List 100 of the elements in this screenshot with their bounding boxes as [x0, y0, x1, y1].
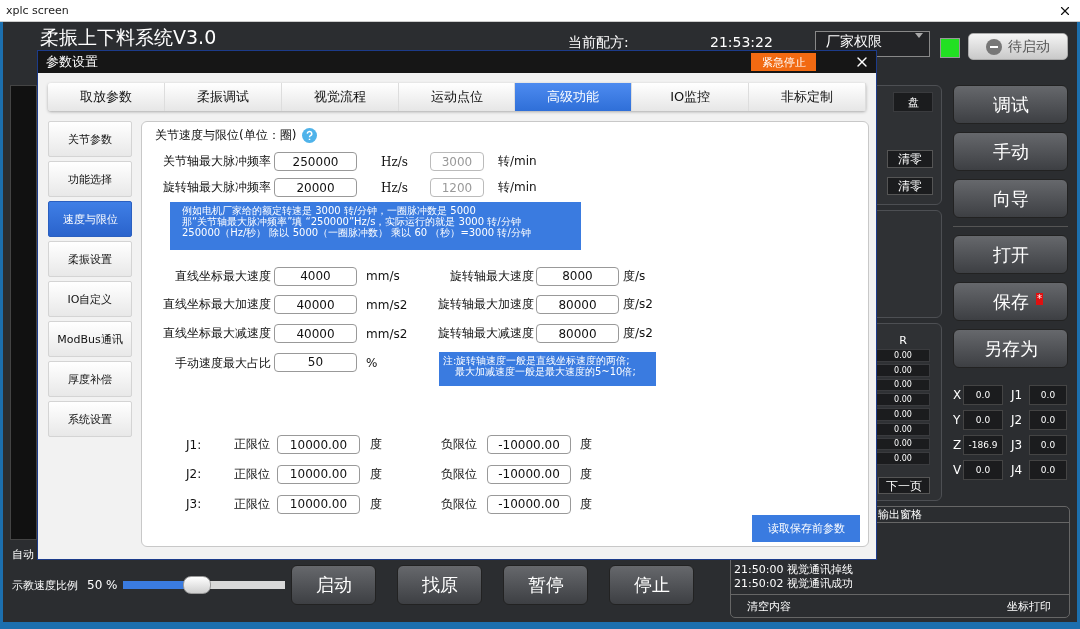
- nav-button[interactable]: 功能选择: [48, 161, 132, 197]
- reset-button[interactable]: 清零: [887, 150, 933, 168]
- field-label: 直线坐标最大速度: [174, 267, 272, 285]
- joint-label: J4: [1009, 463, 1024, 477]
- joint-label: J2:: [186, 467, 203, 482]
- unit-label: 度: [369, 495, 383, 513]
- tab[interactable]: IO监控: [632, 83, 750, 111]
- input-field[interactable]: -10000.00: [487, 435, 571, 455]
- input-field[interactable]: 20000: [274, 178, 357, 198]
- unit-label: 度/s2: [622, 296, 654, 314]
- status-button[interactable]: 待启动: [968, 33, 1068, 60]
- caret-icon: [915, 33, 923, 38]
- unit-label: 度/s: [622, 267, 647, 285]
- field-label: 旋转轴最大减速度: [437, 325, 535, 343]
- dialog-title: 参数设置: [46, 53, 98, 71]
- nav-button[interactable]: 速度与限位: [48, 201, 132, 237]
- value-cell: 0.00: [876, 437, 930, 451]
- next-page-button[interactable]: 下一页: [878, 477, 930, 494]
- nav-button[interactable]: 系统设置: [48, 401, 132, 437]
- joint-label: J2: [1009, 413, 1024, 427]
- unit-label: 度: [369, 466, 383, 483]
- input-field[interactable]: -10000.00: [487, 494, 571, 514]
- side-button[interactable]: 打开: [953, 235, 1068, 274]
- input-field[interactable]: 10000.00: [277, 435, 360, 455]
- field-label: 手动速度最大占比: [174, 354, 272, 372]
- print-button[interactable]: 坐标打印: [1007, 598, 1051, 614]
- pane-title: 输出窗格: [878, 507, 922, 522]
- tab[interactable]: 非标定制: [749, 83, 866, 111]
- unit-label: mm/s: [365, 269, 401, 284]
- reset-button[interactable]: 清零: [887, 177, 933, 195]
- teach-speed-label: 示教速度比例: [12, 577, 78, 593]
- control-button[interactable]: 暂停: [503, 565, 588, 605]
- slider-thumb[interactable]: [183, 576, 212, 594]
- joint-value: 0.0: [1029, 385, 1067, 405]
- control-button[interactable]: 找原: [397, 565, 482, 605]
- coordinate-value: 0.0: [963, 385, 1003, 405]
- tab[interactable]: 柔振调试: [164, 83, 282, 111]
- info-text: 那“关节轴最大脉冲频率”填 “250000”Hz/s，实际运行的就是 3000 转/分钟: [182, 215, 522, 227]
- unit-label: 转/min: [497, 179, 538, 197]
- unit-label: mm/s2: [365, 297, 409, 312]
- unit-label: 度/s2: [622, 325, 654, 343]
- clear-button[interactable]: 清空内容: [747, 598, 791, 614]
- joint-value: 0.0: [1029, 410, 1067, 430]
- nav-button[interactable]: IO自定义: [48, 281, 132, 317]
- nav-button[interactable]: 柔振设置: [48, 241, 132, 277]
- field-label: 正限位: [234, 436, 271, 454]
- joint-label: J1:: [186, 437, 203, 452]
- joint-value: 0.0: [1029, 460, 1067, 480]
- field-label: 直线坐标最大加速度: [162, 296, 272, 314]
- unit-label: Hz/s: [380, 180, 409, 195]
- value-cell: 0.00: [876, 452, 930, 465]
- unit-label: 度: [579, 466, 593, 483]
- axis-label: V: [953, 463, 963, 477]
- field-label: 负限位: [441, 466, 478, 483]
- nav-button[interactable]: ModBus通讯: [48, 321, 132, 357]
- input-field[interactable]: -10000.00: [487, 465, 571, 484]
- side-button[interactable]: 保存 *: [953, 282, 1068, 321]
- column-header: R: [898, 334, 908, 347]
- control-button[interactable]: 启动: [291, 565, 376, 605]
- side-button[interactable]: 手动: [953, 132, 1068, 171]
- side-button[interactable]: 另存为: [953, 329, 1068, 368]
- counter-label: 盘: [893, 92, 933, 112]
- nav-button[interactable]: 关节参数: [48, 121, 132, 157]
- field-label: 关节轴最大脉冲频率: [162, 153, 272, 171]
- value-cell: 0.00: [876, 363, 930, 377]
- note-text: 注:旋转轴速度一般是直线坐标速度的两倍;: [443, 354, 631, 366]
- field-label: 负限位: [441, 495, 478, 513]
- unit-label: 度: [579, 495, 593, 513]
- input-field[interactable]: 50: [274, 352, 357, 372]
- nav-button[interactable]: 厚度补偿: [48, 361, 132, 397]
- input-field[interactable]: 80000: [536, 295, 619, 315]
- side-button[interactable]: 调试: [953, 85, 1068, 124]
- input-field[interactable]: 40000: [274, 324, 357, 344]
- control-button[interactable]: 停止: [609, 565, 694, 605]
- input-field[interactable]: 250000: [274, 152, 357, 172]
- input-field[interactable]: 8000: [536, 266, 619, 286]
- coordinate-value: 0.0: [963, 410, 1003, 430]
- input-field[interactable]: 80000: [536, 324, 619, 344]
- field-label: 旋转轴最大脉冲频率: [162, 179, 272, 197]
- input-field[interactable]: 4000: [274, 266, 357, 286]
- mode-label: 自动: [12, 547, 34, 562]
- input-field[interactable]: 10000.00: [277, 494, 360, 514]
- minus-circle-icon: [986, 38, 1002, 55]
- axis-label: Y: [953, 413, 962, 427]
- side-button[interactable]: 向导: [953, 179, 1068, 218]
- speed-reading: 50 %: [87, 578, 119, 592]
- info-text: 250000（Hz/秒） 除以 5000（一圈脉冲数） 乘以 60 （秒）=3000 转/分钟: [182, 226, 532, 238]
- tab[interactable]: 视觉流程: [281, 83, 399, 111]
- tab[interactable]: 高级功能: [515, 83, 633, 111]
- app-title: 柔振上下料系统V3.0: [40, 26, 218, 48]
- restore-button[interactable]: 读取保存前参数: [752, 515, 860, 543]
- unit-label: 度: [579, 436, 593, 454]
- unit-label: mm/s2: [365, 326, 409, 341]
- input-field[interactable]: 10000.00: [277, 465, 360, 484]
- axis-label: Z: [953, 438, 963, 452]
- field-label: 旋转轴最大速度: [449, 267, 535, 285]
- tab[interactable]: 取放参数: [48, 83, 165, 111]
- field-label: 旋转轴最大加速度: [437, 296, 535, 314]
- input-field[interactable]: 40000: [274, 295, 357, 315]
- field-label: 正限位: [234, 466, 271, 483]
